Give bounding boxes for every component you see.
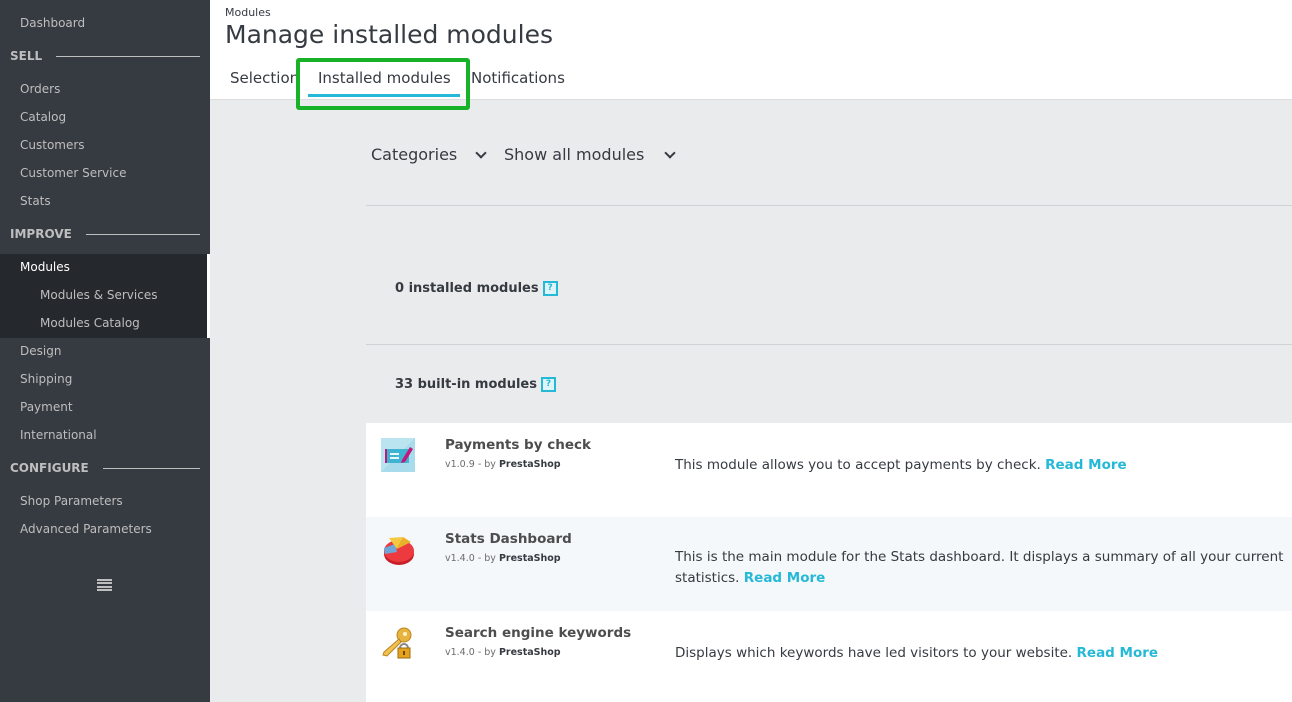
page-title: Manage installed modules — [225, 20, 553, 49]
section-label: SELL — [10, 49, 43, 63]
check-payment-icon — [381, 438, 415, 472]
description-text: This module allows you to accept payment… — [675, 457, 1041, 473]
section-label: CONFIGURE — [10, 461, 89, 475]
status-dropdown[interactable]: Show all modules — [504, 145, 677, 164]
read-more-link[interactable]: Read More — [1045, 457, 1127, 473]
tab-selection[interactable]: Selection — [230, 69, 299, 87]
version-text: v1.4.0 - by — [445, 553, 496, 564]
hamburger-icon[interactable] — [97, 579, 112, 591]
module-author: PrestaShop — [498, 647, 561, 658]
sidebar-item-stats[interactable]: Stats — [20, 194, 51, 208]
installed-count-label: 0 installed modules — [395, 281, 539, 296]
section-divider — [56, 55, 200, 57]
module-name[interactable]: Payments by check — [445, 437, 591, 453]
status-label: Show all modules — [504, 145, 645, 164]
module-name[interactable]: Search engine keywords — [445, 625, 631, 641]
page-header: Modules Manage installed modules Selecti… — [210, 0, 1292, 110]
pie-chart-icon — [384, 537, 414, 565]
divider — [366, 205, 1292, 206]
module-description: This is the main module for the Stats da… — [675, 547, 1285, 589]
sidebar-section-configure: CONFIGURE — [10, 461, 200, 475]
read-more-link[interactable]: Read More — [1077, 645, 1159, 661]
sidebar: Dashboard SELL Orders Catalog Customers … — [0, 0, 210, 702]
version-text: v1.0.9 - by — [445, 459, 496, 470]
sidebar-item-shop-parameters[interactable]: Shop Parameters — [20, 494, 123, 508]
tab-notifications[interactable]: Notifications — [471, 69, 565, 87]
sidebar-item-orders[interactable]: Orders — [20, 82, 60, 96]
section-divider — [85, 233, 200, 235]
sidebar-item-advanced-parameters[interactable]: Advanced Parameters — [20, 522, 152, 536]
active-indicator — [207, 254, 210, 338]
module-description: This module allows you to accept payment… — [675, 455, 1285, 476]
sidebar-item-customer-service[interactable]: Customer Service — [20, 166, 126, 180]
breadcrumb[interactable]: Modules — [225, 6, 271, 19]
active-tab-indicator — [308, 94, 460, 97]
module-row: Payments by check v1.0.9 - by PrestaShop… — [366, 423, 1292, 517]
builtin-count: 33 built-in modules ? — [395, 377, 556, 392]
installed-count: 0 installed modules ? — [395, 281, 558, 296]
section-divider — [102, 467, 200, 469]
module-version: v1.4.0 - by PrestaShop — [445, 553, 561, 564]
builtin-count-label: 33 built-in modules — [395, 377, 537, 392]
sidebar-item-catalog[interactable]: Catalog — [20, 110, 66, 124]
sidebar-item-modules-services[interactable]: Modules & Services — [40, 288, 157, 302]
module-author: PrestaShop — [498, 459, 561, 470]
module-row: Stats Dashboard v1.4.0 - by PrestaShop T… — [366, 517, 1292, 611]
sidebar-item-modules[interactable]: Modules — [20, 260, 70, 274]
sidebar-item-shipping[interactable]: Shipping — [20, 372, 72, 386]
sidebar-section-improve: IMPROVE — [10, 227, 200, 241]
sidebar-item-payment[interactable]: Payment — [20, 400, 73, 414]
module-version: v1.0.9 - by PrestaShop — [445, 459, 561, 470]
module-version: v1.4.0 - by PrestaShop — [445, 647, 561, 658]
sidebar-item-modules-catalog[interactable]: Modules Catalog — [40, 316, 140, 330]
divider — [366, 344, 1292, 345]
tab-installed-modules[interactable]: Installed modules — [318, 69, 451, 87]
chevron-down-icon — [664, 146, 677, 159]
sidebar-item-customers[interactable]: Customers — [20, 138, 85, 152]
sidebar-item-design[interactable]: Design — [20, 344, 61, 358]
version-text: v1.4.0 - by — [445, 647, 496, 658]
chevron-down-icon — [475, 146, 487, 159]
section-label: IMPROVE — [10, 227, 72, 241]
module-row: Search engine keywords v1.4.0 - by Prest… — [366, 611, 1292, 702]
read-more-link[interactable]: Read More — [744, 570, 826, 586]
categories-label: Categories — [371, 145, 458, 164]
sidebar-item-international[interactable]: International — [20, 428, 97, 442]
description-text: Displays which keywords have led visitor… — [675, 645, 1073, 661]
module-name[interactable]: Stats Dashboard — [445, 531, 572, 547]
categories-dropdown[interactable]: Categories — [371, 145, 487, 164]
module-description: Displays which keywords have led visitor… — [675, 643, 1285, 664]
module-author: PrestaShop — [498, 553, 561, 564]
help-icon[interactable]: ? — [542, 281, 558, 296]
help-icon[interactable]: ? — [540, 377, 556, 392]
key-lock-icon — [382, 627, 412, 659]
sidebar-section-sell: SELL — [10, 49, 200, 63]
sidebar-item-dashboard[interactable]: Dashboard — [20, 16, 85, 30]
